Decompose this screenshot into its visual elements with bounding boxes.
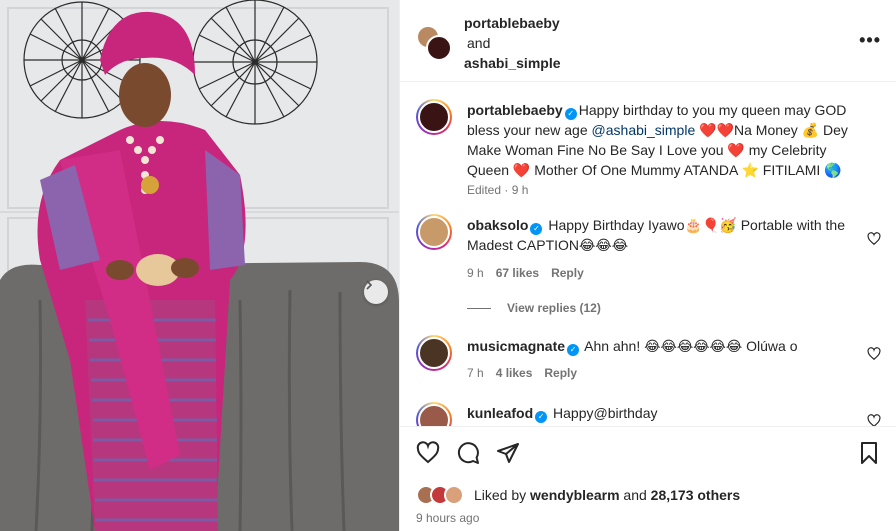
post-actions: Liked by wendyblearm and 28,173 others 9… (400, 426, 896, 531)
post-photo[interactable] (0, 0, 399, 531)
verified-badge-icon: ✓ (535, 411, 548, 423)
view-replies-label: View replies (12) (507, 301, 601, 315)
caption-meta: Edited · 9 h (467, 183, 529, 197)
comment-likes-link[interactable]: 4 likes (496, 366, 533, 380)
comment-text: obaksolo ✓ Happy Birthday Iyawo🎂🎈🥳 Portab… (467, 215, 867, 255)
comments-list[interactable]: portablebaeby ✓ Happy birthday to you my q… (400, 83, 896, 426)
comment-body: Happy@birthday (553, 405, 658, 421)
collab-avatars[interactable] (416, 25, 452, 61)
verified-badge-icon: ✓ (564, 108, 577, 120)
save-bookmark-icon[interactable] (857, 441, 881, 465)
photo-illustration (0, 0, 399, 531)
avatar[interactable] (416, 335, 452, 371)
liker-avatars[interactable] (416, 485, 468, 505)
comment-age: 9 h (467, 266, 484, 280)
comment-meta: 9 h 67 likes Reply (467, 266, 584, 280)
comment-text: musicmagnate ✓ Ahn ahn! 😂😂😂😂😂😂 Olúwa o (467, 336, 867, 356)
comment-bubble-icon[interactable] (456, 441, 480, 465)
avatar[interactable] (416, 402, 452, 426)
liked-prefix: Liked by (474, 487, 531, 503)
caption-text: portablebaeby ✓ Happy birthday to you my q… (467, 100, 867, 180)
reply-button[interactable]: Reply (551, 266, 584, 280)
collab-authors: portablebaeby and ashabi_simple (464, 13, 561, 73)
likes-count-link[interactable]: 28,173 others (651, 487, 741, 503)
post-timestamp[interactable]: 9 hours ago (416, 511, 479, 525)
share-send-icon[interactable] (496, 441, 520, 465)
avatar (444, 485, 464, 505)
mention-link[interactable]: @ashabi_simple (592, 122, 696, 138)
next-photo-button[interactable] (364, 280, 388, 304)
reply-button[interactable]: Reply (544, 366, 577, 380)
author-username-link[interactable]: portablebaeby (464, 13, 561, 33)
comment-meta: 7 h 4 likes Reply (467, 366, 577, 380)
like-comment-heart-icon[interactable] (867, 414, 881, 426)
post-header: portablebaeby and ashabi_simple ••• (400, 0, 896, 82)
comment-body: Ahn ahn! 😂😂😂😂😂😂 Olúwa o (584, 338, 798, 354)
comment-username-link[interactable]: obaksolo (467, 217, 528, 233)
chevron-right-icon (366, 280, 373, 290)
like-heart-icon[interactable] (416, 441, 440, 465)
comment-age: 7 h (467, 366, 484, 380)
avatar[interactable] (416, 99, 452, 135)
more-options-button[interactable]: ••• (859, 31, 881, 49)
avatar[interactable] (416, 214, 452, 250)
avatar[interactable] (426, 35, 452, 61)
liked-by: Liked by wendyblearm and 28,173 others (416, 485, 740, 505)
liked-suffix: and (619, 487, 651, 503)
comment-likes-link[interactable]: 67 likes (496, 266, 539, 280)
comment-text: kunleafod ✓ Happy@birthday (467, 403, 867, 423)
more-horizontal-icon: ••• (859, 30, 881, 50)
verified-badge-icon: ✓ (567, 344, 580, 356)
instagram-post: portablebaeby and ashabi_simple ••• port… (0, 0, 896, 531)
author-username-link[interactable]: ashabi_simple (464, 53, 561, 73)
post-details-panel: portablebaeby and ashabi_simple ••• port… (399, 0, 896, 531)
view-replies-button[interactable]: View replies (12) (467, 301, 601, 315)
divider (467, 308, 491, 310)
author-joiner: and (467, 35, 491, 51)
like-comment-heart-icon[interactable] (867, 232, 881, 246)
comment-username-link[interactable]: musicmagnate (467, 338, 565, 354)
like-comment-heart-icon[interactable] (867, 347, 881, 361)
verified-badge-icon: ✓ (530, 223, 543, 235)
comment-username-link[interactable]: portablebaeby (467, 102, 563, 118)
liked-user-link[interactable]: wendyblearm (530, 487, 619, 503)
comment-username-link[interactable]: kunleafod (467, 405, 533, 421)
